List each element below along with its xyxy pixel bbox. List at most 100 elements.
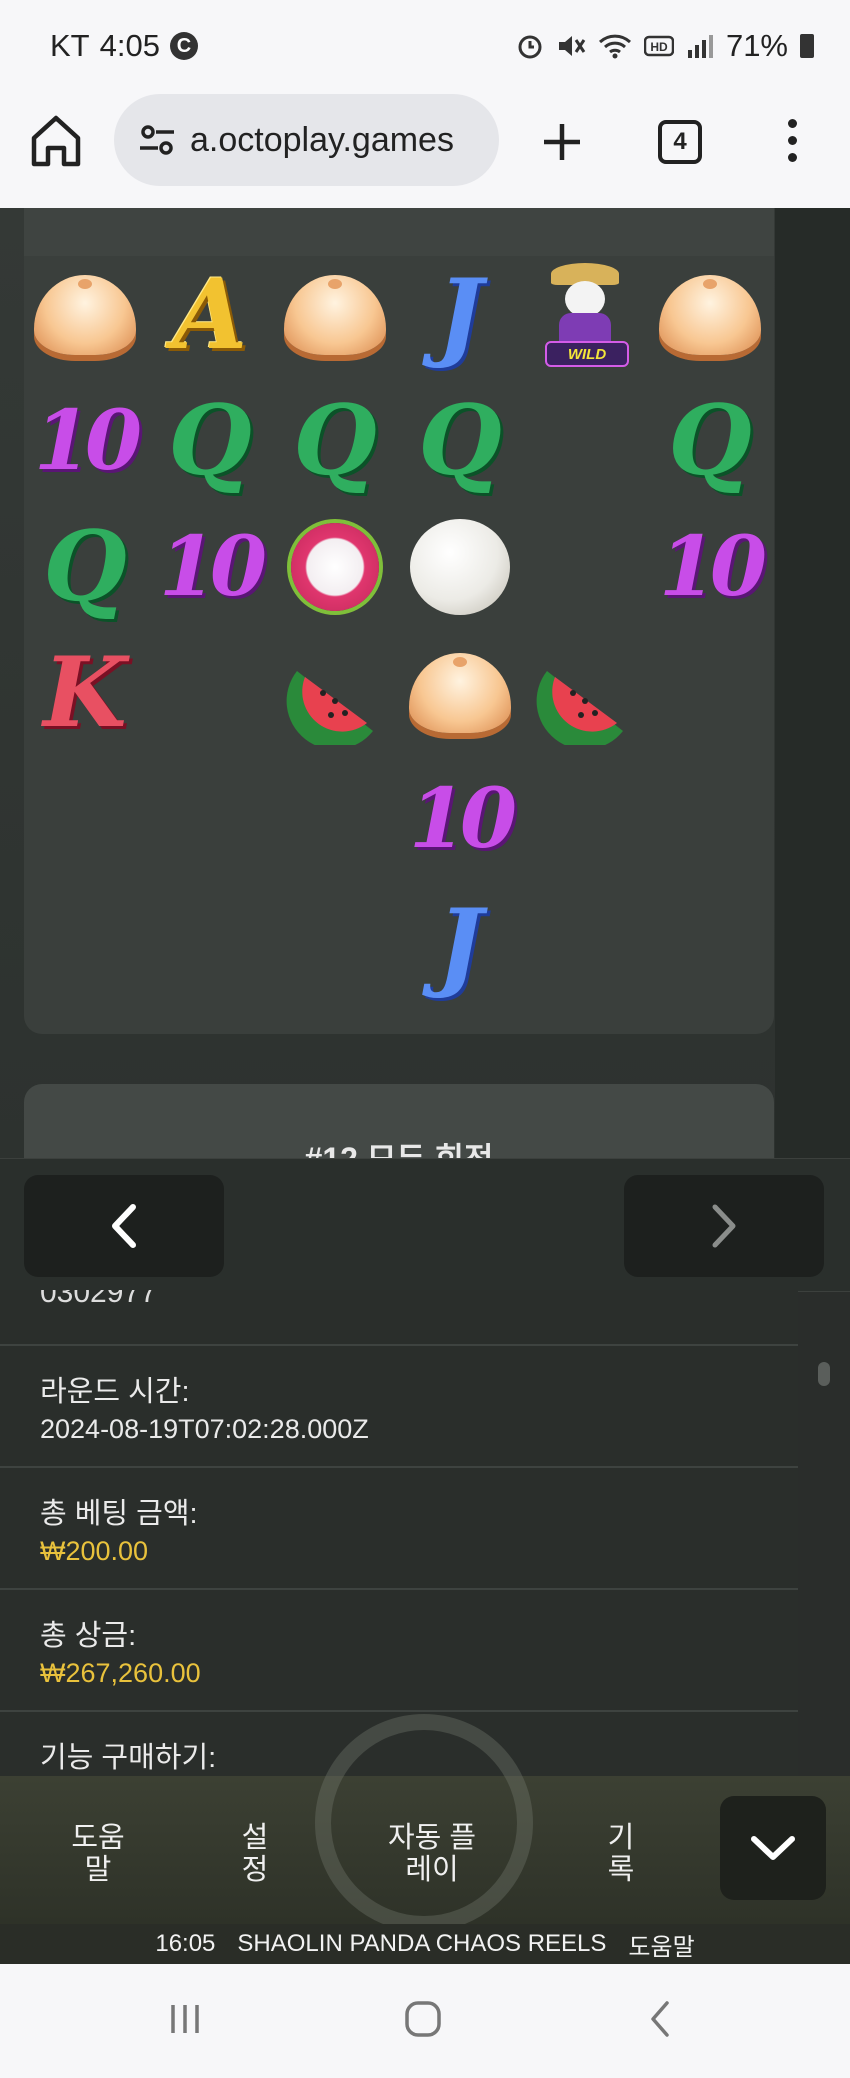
total-bet-row: 총 베팅 금액: ₩200.00 bbox=[0, 1466, 798, 1590]
symbol-q: Q bbox=[30, 512, 140, 622]
clock: 4:05 bbox=[99, 28, 160, 63]
recents-icon bbox=[171, 2005, 199, 2033]
dragonfruit-icon bbox=[291, 523, 379, 611]
symbol-q: Q bbox=[155, 386, 265, 496]
wild-panda-icon: WILD bbox=[537, 263, 633, 367]
round-id-value: 0302977 bbox=[40, 1290, 157, 1309]
chevron-right-icon bbox=[712, 1204, 736, 1248]
dot-icon bbox=[787, 119, 797, 128]
signal-icon bbox=[687, 35, 713, 58]
status-left: KT 4:05 C bbox=[50, 28, 198, 64]
hd-icon: HD bbox=[643, 35, 674, 57]
chevron-left-icon bbox=[112, 1204, 136, 1248]
symbol-ten: 10 bbox=[155, 512, 267, 622]
wifi-icon bbox=[598, 34, 631, 59]
bun-icon bbox=[659, 275, 761, 355]
details-scrollbar[interactable] bbox=[818, 1362, 830, 1386]
symbol-a-text: A bbox=[172, 258, 248, 371]
spin-navigation bbox=[0, 1158, 850, 1292]
back-button[interactable] bbox=[636, 1994, 686, 2044]
plus-icon bbox=[544, 124, 580, 160]
symbol-q-text: Q bbox=[293, 384, 377, 497]
total-win-value: ₩267,260.00 bbox=[40, 1658, 201, 1688]
symbol-bun bbox=[30, 260, 140, 370]
total-win-label: 총 상금: bbox=[40, 1620, 137, 1652]
autoplay-button[interactable]: 자동 플 레이 bbox=[370, 1822, 494, 1886]
home-nav-button[interactable] bbox=[398, 1994, 448, 2044]
symbol-j-text: J bbox=[437, 888, 483, 1001]
back-icon bbox=[651, 2001, 669, 2037]
round-time-row: 라운드 시간: 2024-08-19T07:02:28.000Z bbox=[0, 1344, 798, 1468]
address-bar[interactable]: a.octoplay.games bbox=[114, 94, 499, 186]
next-spin-button[interactable] bbox=[624, 1175, 824, 1277]
symbol-k-text: K bbox=[43, 636, 127, 749]
symbol-q-text: Q bbox=[418, 384, 502, 497]
bun-icon bbox=[409, 653, 511, 733]
c-badge-icon: C bbox=[169, 32, 198, 60]
riceball-icon bbox=[410, 519, 510, 615]
bun-icon bbox=[284, 275, 386, 355]
total-bet-value: ₩200.00 bbox=[40, 1536, 149, 1566]
symbol-q-text: Q bbox=[168, 384, 252, 497]
symbol-watermelon bbox=[280, 638, 390, 748]
watermelon-icon bbox=[286, 671, 373, 745]
symbol-j-text: J bbox=[437, 258, 483, 371]
symbol-ten: 10 bbox=[405, 764, 517, 874]
symbol-bun bbox=[655, 260, 765, 370]
previous-spin-button[interactable] bbox=[24, 1175, 224, 1277]
symbol-wild: WILD bbox=[530, 260, 640, 370]
symbol-ten: 10 bbox=[30, 386, 142, 496]
reel-panel-header bbox=[24, 208, 774, 256]
footer-help-link[interactable]: 도움말 bbox=[628, 1927, 694, 1962]
site-settings-icon[interactable] bbox=[136, 119, 178, 161]
spin-detail-card: #12 모두 회전 bbox=[24, 1084, 774, 1158]
symbol-ten-text: 10 bbox=[158, 519, 267, 615]
total-bet-label: 총 베팅 금액: bbox=[40, 1498, 198, 1530]
mute-icon bbox=[558, 36, 586, 56]
watermelon-icon bbox=[536, 671, 623, 745]
bun-icon bbox=[34, 275, 136, 355]
android-navigation-bar bbox=[0, 1964, 850, 2078]
url-text: a.octoplay.games bbox=[190, 120, 454, 159]
collapse-button[interactable] bbox=[720, 1796, 826, 1900]
carrier-label: KT bbox=[50, 28, 90, 63]
status-right: HD 71% bbox=[516, 28, 814, 64]
svg-text:HD: HD bbox=[650, 40, 668, 54]
symbol-q: Q bbox=[655, 386, 765, 496]
help-button[interactable]: 도움 말 bbox=[60, 1822, 136, 1886]
battery-icon bbox=[800, 34, 814, 58]
symbol-ten-text: 10 bbox=[33, 393, 142, 489]
symbol-a: A bbox=[155, 260, 265, 370]
home-button[interactable] bbox=[30, 112, 82, 172]
spin-detail-title: #12 모두 회전 bbox=[24, 1134, 774, 1158]
symbol-j: J bbox=[405, 890, 515, 1000]
symbol-q-text: Q bbox=[668, 384, 752, 497]
browser-toolbar: a.octoplay.games 4 bbox=[0, 92, 850, 209]
symbol-bun bbox=[405, 638, 515, 748]
settings-button[interactable]: 설 정 bbox=[222, 1822, 288, 1886]
browser-menu-button[interactable] bbox=[784, 114, 800, 174]
history-button[interactable]: 기 록 bbox=[588, 1822, 654, 1886]
round-time-label: 라운드 시간: bbox=[40, 1376, 190, 1408]
symbol-ten-text: 10 bbox=[408, 771, 517, 867]
dot-icon bbox=[787, 136, 797, 145]
symbol-j: J bbox=[405, 260, 515, 370]
game-history-view: 10 Q K A Q 10 Q J Q 10 J WILD Q 10 #12 모… bbox=[0, 208, 850, 1158]
symbol-ten: 10 bbox=[655, 512, 767, 622]
symbol-q: Q bbox=[280, 386, 390, 496]
recents-button[interactable] bbox=[160, 1994, 210, 2044]
alarm-icon bbox=[518, 35, 542, 59]
symbol-k: K bbox=[30, 638, 140, 748]
round-details-list[interactable]: 0302977 라운드 시간: 2024-08-19T07:02:28.000Z… bbox=[0, 1290, 798, 1776]
symbol-riceball bbox=[405, 512, 515, 622]
game-footer: 16:05 SHAOLIN PANDA CHAOS REELS 도움말 bbox=[0, 1924, 850, 1964]
symbol-ten-text: 10 bbox=[658, 519, 767, 615]
symbol-q-text: Q bbox=[43, 510, 127, 623]
new-tab-button[interactable] bbox=[538, 112, 586, 172]
footer-time: 16:05 bbox=[155, 1930, 216, 1957]
game-control-bar: 도움 말 설 정 자동 플 레이 기 록 bbox=[0, 1714, 850, 1932]
total-win-row: 총 상금: ₩267,260.00 bbox=[0, 1588, 798, 1712]
tabs-button[interactable]: 4 bbox=[658, 120, 702, 164]
footer-game-title: SHAOLIN PANDA CHAOS REELS bbox=[237, 1930, 607, 1957]
chevron-down-icon bbox=[751, 1836, 795, 1860]
